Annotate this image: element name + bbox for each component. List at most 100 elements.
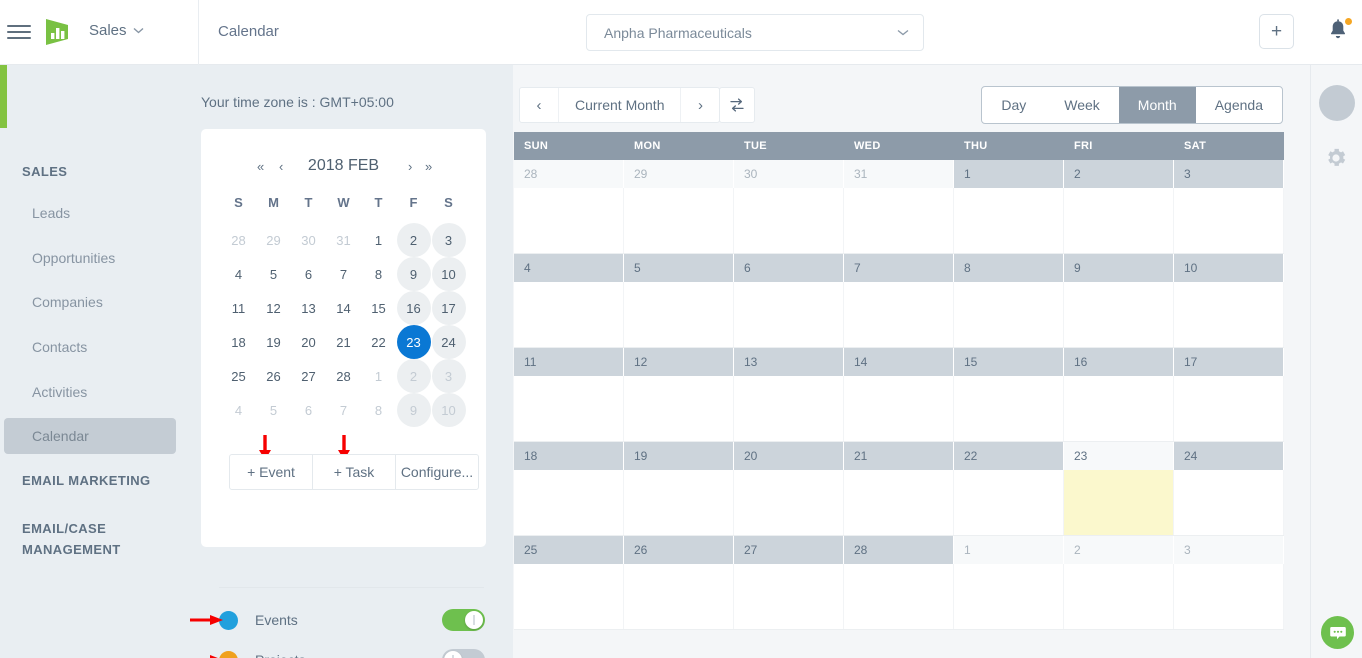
mini-cal-day[interactable]: 7 <box>326 257 361 291</box>
month-day-cell[interactable] <box>514 470 624 535</box>
month-day-cell[interactable] <box>844 282 954 347</box>
sidebar-item-contacts[interactable]: Contacts <box>4 329 176 365</box>
month-date-label[interactable]: 28 <box>844 536 954 564</box>
mini-cal-day[interactable]: 16 <box>396 291 431 325</box>
month-date-label[interactable]: 29 <box>624 160 734 188</box>
month-date-label[interactable]: 30 <box>734 160 844 188</box>
mini-cal-day[interactable]: 2 <box>396 359 431 393</box>
month-date-label[interactable]: 15 <box>954 348 1064 376</box>
mini-cal-day[interactable]: 9 <box>396 393 431 427</box>
mini-cal-day[interactable]: 3 <box>431 223 466 257</box>
month-date-label[interactable]: 6 <box>734 254 844 282</box>
month-day-cell[interactable] <box>1174 188 1284 253</box>
month-day-cell[interactable] <box>514 376 624 441</box>
sidebar-item-calendar[interactable]: Calendar <box>4 418 176 454</box>
month-date-label[interactable]: 24 <box>1174 442 1284 470</box>
month-date-label[interactable]: 3 <box>1174 160 1284 188</box>
month-date-label[interactable]: 18 <box>514 442 624 470</box>
mini-cal-day[interactable]: 4 <box>221 393 256 427</box>
mini-cal-day[interactable]: 10 <box>431 393 466 427</box>
mini-cal-day[interactable]: 29 <box>256 223 291 257</box>
month-day-cell[interactable] <box>1174 470 1284 535</box>
view-button-month[interactable]: Month <box>1119 87 1196 123</box>
month-date-label[interactable]: 3 <box>1174 536 1284 564</box>
avatar[interactable] <box>1319 85 1355 121</box>
month-date-label[interactable]: 12 <box>624 348 734 376</box>
chevron-down-icon[interactable] <box>133 25 144 37</box>
month-date-label[interactable]: 9 <box>1064 254 1174 282</box>
mini-cal-last-button[interactable]: » <box>425 159 432 174</box>
sidebar-item-leads[interactable]: Leads <box>4 195 176 231</box>
month-day-cell[interactable] <box>624 376 734 441</box>
month-date-label[interactable]: 22 <box>954 442 1064 470</box>
mini-cal-day[interactable]: 11 <box>221 291 256 325</box>
month-date-label[interactable]: 31 <box>844 160 954 188</box>
mini-cal-day[interactable]: 4 <box>221 257 256 291</box>
month-date-label[interactable]: 25 <box>514 536 624 564</box>
mini-cal-day[interactable]: 15 <box>361 291 396 325</box>
month-day-cell[interactable] <box>734 376 844 441</box>
add-task-button[interactable]: + Task <box>312 455 395 489</box>
month-date-label-today[interactable]: 23 <box>1064 442 1174 470</box>
mini-cal-day[interactable]: 31 <box>326 223 361 257</box>
mini-cal-day[interactable]: 13 <box>291 291 326 325</box>
view-button-day[interactable]: Day <box>982 87 1045 123</box>
month-date-label[interactable]: 8 <box>954 254 1064 282</box>
month-date-label[interactable]: 5 <box>624 254 734 282</box>
month-date-label[interactable]: 19 <box>624 442 734 470</box>
app-switcher-label[interactable]: Sales <box>89 22 127 39</box>
next-period-button[interactable]: › <box>681 88 719 122</box>
sidebar-item-opportunities[interactable]: Opportunities <box>4 240 176 276</box>
month-date-label[interactable]: 2 <box>1064 536 1174 564</box>
organization-select[interactable]: Anpha Pharmaceuticals <box>586 14 924 51</box>
month-day-cell[interactable] <box>624 188 734 253</box>
mini-cal-day[interactable]: 1 <box>361 223 396 257</box>
mini-cal-day[interactable]: 9 <box>396 257 431 291</box>
add-event-button[interactable]: + Event <box>230 455 312 489</box>
month-date-label[interactable]: 21 <box>844 442 954 470</box>
sidebar-group-email-marketing[interactable]: EMAIL MARKETING <box>0 473 151 488</box>
month-day-cell[interactable] <box>1064 564 1174 629</box>
swap-arrows-icon[interactable] <box>719 87 755 123</box>
mini-cal-day[interactable]: 19 <box>256 325 291 359</box>
add-button[interactable]: + <box>1259 14 1294 49</box>
month-day-cell[interactable] <box>514 282 624 347</box>
month-day-cell[interactable] <box>1064 376 1174 441</box>
mini-cal-day[interactable]: 10 <box>431 257 466 291</box>
view-button-week[interactable]: Week <box>1045 87 1119 123</box>
month-day-cell[interactable] <box>954 376 1064 441</box>
toggle-projects[interactable] <box>442 649 485 658</box>
mini-cal-day[interactable]: 21 <box>326 325 361 359</box>
mini-cal-day[interactable]: 27 <box>291 359 326 393</box>
month-date-label[interactable]: 10 <box>1174 254 1284 282</box>
month-day-cell[interactable] <box>734 188 844 253</box>
month-date-label[interactable]: 17 <box>1174 348 1284 376</box>
month-day-cell[interactable] <box>844 470 954 535</box>
month-day-cell[interactable] <box>954 188 1064 253</box>
month-day-cell[interactable] <box>954 470 1064 535</box>
month-day-cell[interactable] <box>1174 564 1284 629</box>
month-day-cell[interactable] <box>1064 188 1174 253</box>
mini-cal-day[interactable]: 24 <box>431 325 466 359</box>
view-button-agenda[interactable]: Agenda <box>1196 87 1282 123</box>
month-date-label[interactable]: 11 <box>514 348 624 376</box>
sidebar-item-companies[interactable]: Companies <box>4 284 176 320</box>
month-day-cell[interactable] <box>1174 282 1284 347</box>
mini-cal-day[interactable]: 6 <box>291 393 326 427</box>
month-day-cell-today[interactable] <box>1064 470 1174 535</box>
notifications-bell-button[interactable] <box>1326 18 1352 46</box>
month-date-label[interactable]: 14 <box>844 348 954 376</box>
mini-cal-day[interactable]: 8 <box>361 257 396 291</box>
month-day-cell[interactable] <box>844 376 954 441</box>
mini-cal-day[interactable]: 5 <box>256 393 291 427</box>
current-period-label[interactable]: Current Month <box>558 88 681 122</box>
month-day-cell[interactable] <box>624 470 734 535</box>
month-date-label[interactable]: 20 <box>734 442 844 470</box>
mini-cal-day[interactable]: 7 <box>326 393 361 427</box>
month-day-cell[interactable] <box>734 282 844 347</box>
mini-cal-day[interactable]: 2 <box>396 223 431 257</box>
month-day-cell[interactable] <box>954 564 1064 629</box>
mini-cal-day[interactable]: 28 <box>221 223 256 257</box>
mini-cal-day[interactable]: 28 <box>326 359 361 393</box>
gear-icon[interactable] <box>1323 145 1349 171</box>
